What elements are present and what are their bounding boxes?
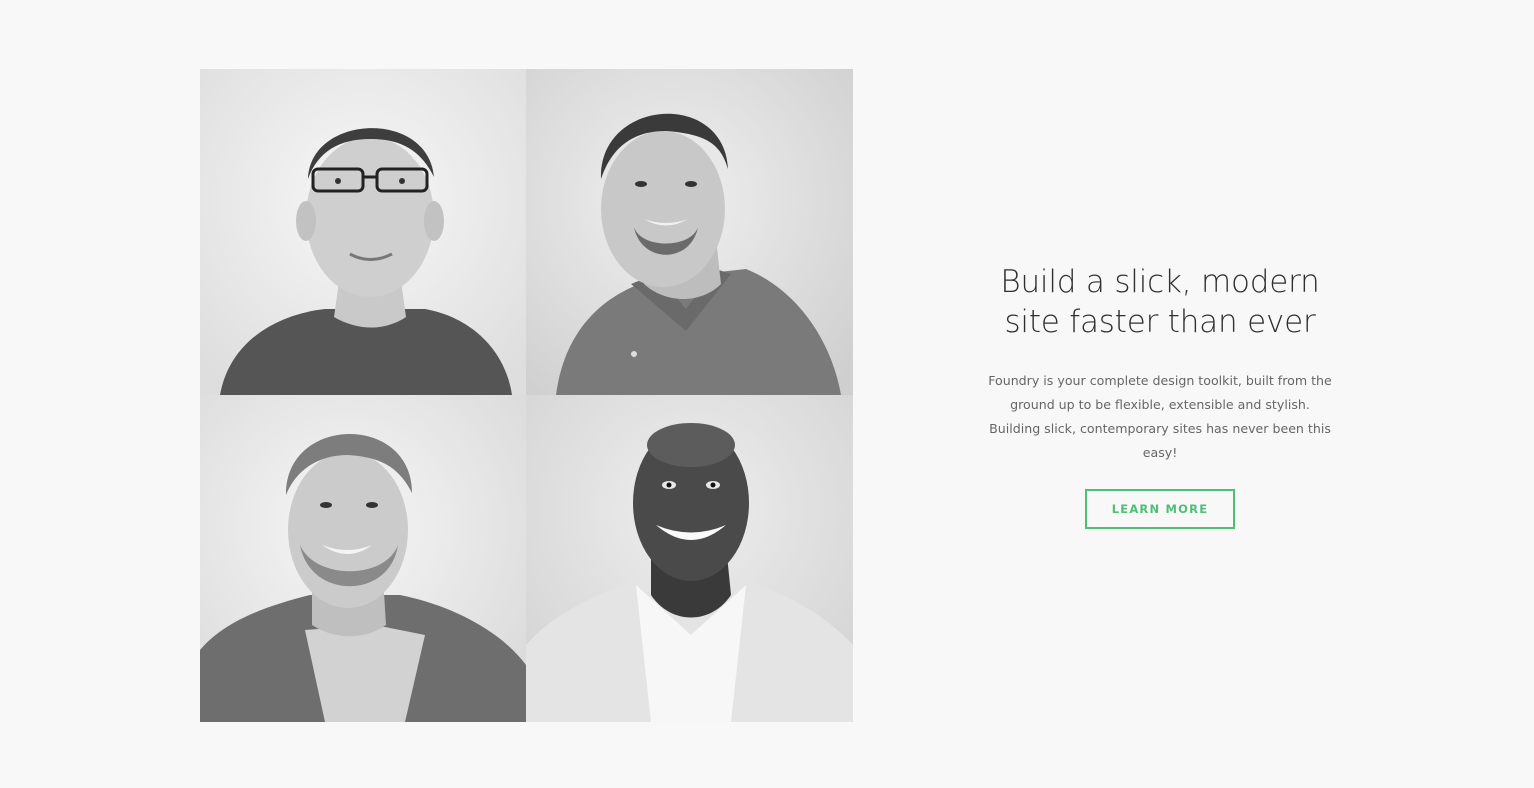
portrait-man-goatee xyxy=(526,69,853,395)
portrait-man-light-blazer-image xyxy=(526,395,853,722)
portrait-man-goatee-image xyxy=(526,69,853,395)
headline-line-2: site faster than ever xyxy=(1004,304,1316,340)
headline-line-1: Build a slick, modern xyxy=(1000,264,1320,300)
portrait-man-light-blazer xyxy=(526,395,853,722)
hero-content: Build a slick, modern site faster than e… xyxy=(985,262,1335,529)
page-title: Build a slick, modern site faster than e… xyxy=(985,262,1335,342)
learn-more-button[interactable]: LEARN MORE xyxy=(1085,489,1235,529)
portrait-man-blazer-image xyxy=(200,395,526,722)
portrait-man-glasses-image xyxy=(200,69,526,395)
portrait-man-blazer xyxy=(200,395,526,722)
team-photo-grid xyxy=(200,69,853,722)
portrait-man-glasses xyxy=(200,69,526,395)
hero-description: Foundry is your complete design toolkit,… xyxy=(988,373,1332,460)
